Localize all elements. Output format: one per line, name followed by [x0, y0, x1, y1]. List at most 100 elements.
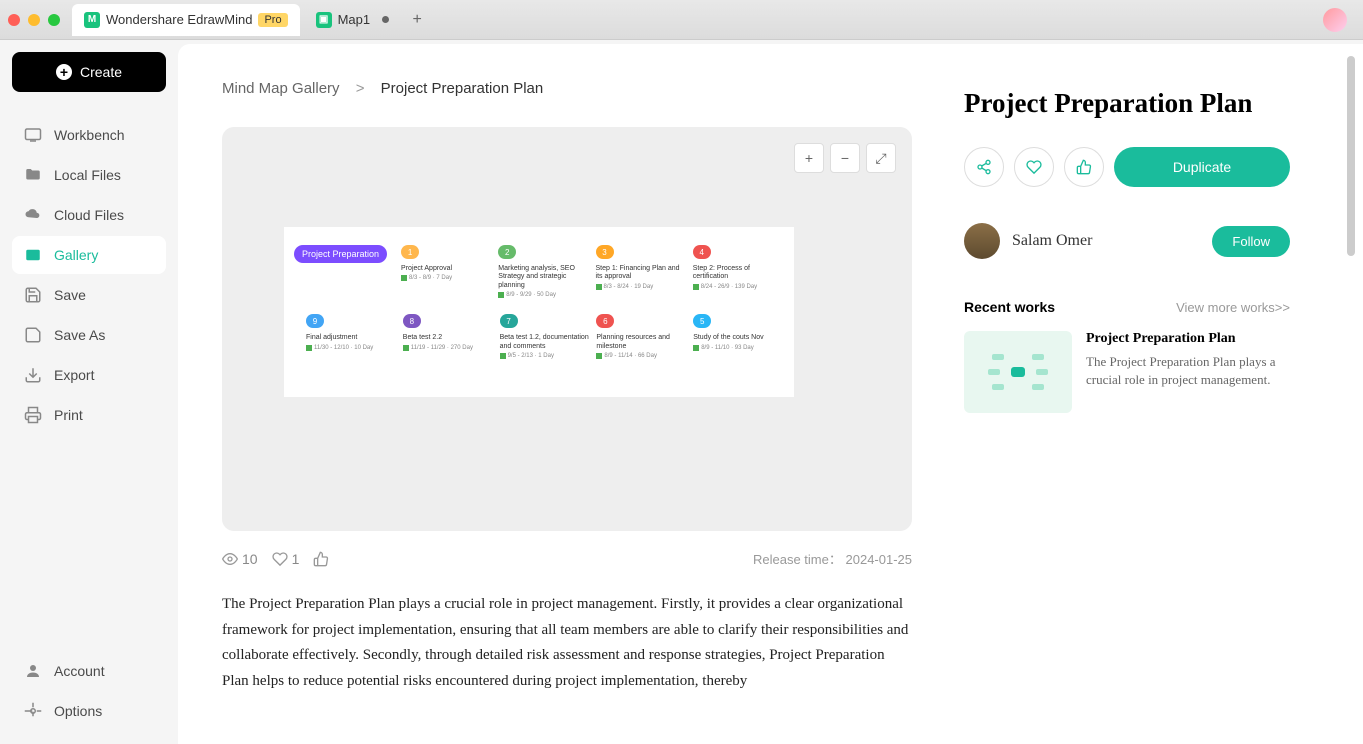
description-text: The Project Preparation Plan plays a cru…: [222, 592, 912, 694]
pro-badge: Pro: [258, 13, 287, 27]
gallery-icon: [24, 246, 42, 264]
sidebar-item-label: Options: [54, 703, 102, 719]
mindmap-node: 3Step 1: Financing Plan and its approval…: [596, 245, 687, 290]
recent-work-thumbnail: [964, 331, 1072, 413]
sidebar-item-account[interactable]: Account: [12, 652, 166, 690]
author-avatar[interactable]: [964, 223, 1000, 259]
tab-app[interactable]: M Wondershare EdrawMind Pro: [72, 4, 300, 36]
duplicate-button[interactable]: Duplicate: [1114, 147, 1290, 187]
add-tab-button[interactable]: +: [405, 8, 429, 32]
right-panel: Project Preparation Plan Duplicate Salam…: [964, 80, 1290, 744]
breadcrumb-root[interactable]: Mind Map Gallery: [222, 80, 340, 97]
sidebar-item-label: Export: [54, 367, 94, 383]
zoom-in-button[interactable]: +: [794, 143, 824, 173]
main-content: Mind Map Gallery > Project Preparation P…: [178, 44, 1363, 744]
mindmap-node: 2Marketing analysis, SEO Strategy and st…: [498, 245, 589, 298]
views-count: 10: [242, 551, 258, 567]
unsaved-indicator: [382, 16, 389, 23]
sidebar-item-label: Cloud Files: [54, 207, 124, 223]
scrollbar[interactable]: [1347, 56, 1355, 256]
sidebar-item-label: Local Files: [54, 167, 121, 183]
sidebar-item-save-as[interactable]: Save As: [12, 316, 166, 354]
recent-work-item[interactable]: Project Preparation Plan The Project Pre…: [964, 331, 1290, 413]
tab-app-label: Wondershare EdrawMind: [106, 12, 252, 27]
thumbs-up-icon: [313, 551, 329, 567]
heart-icon: [272, 551, 288, 567]
fullscreen-button[interactable]: ⤢: [866, 143, 896, 173]
tab-map1[interactable]: ▣ Map1: [304, 4, 402, 36]
gear-icon: [24, 702, 42, 720]
sidebar-item-local-files[interactable]: Local Files: [12, 156, 166, 194]
author-name[interactable]: Salam Omer: [1012, 232, 1212, 250]
release-date: 2024-01-25: [846, 552, 913, 567]
sidebar-item-label: Workbench: [54, 127, 125, 143]
share-button[interactable]: [964, 147, 1004, 187]
create-button[interactable]: + Create: [12, 52, 166, 92]
mindmap-node: 7Beta test 1.2, documentation and commen…: [500, 314, 591, 359]
close-window-button[interactable]: [8, 14, 20, 26]
eye-icon: [222, 551, 238, 567]
mindmap-root-node: Project Preparation: [294, 245, 387, 263]
breadcrumb: Mind Map Gallery > Project Preparation P…: [222, 80, 912, 97]
save-icon: [24, 286, 42, 304]
mindmap-node: 9Final adjustment11/30 - 12/10 · 10 Day: [306, 314, 397, 350]
mindmap-node: 6Planning resources and milestone8/9 - 1…: [596, 314, 687, 359]
view-more-link[interactable]: View more works>>: [1176, 300, 1290, 315]
create-button-label: Create: [80, 64, 122, 80]
zoom-out-button[interactable]: −: [830, 143, 860, 173]
thumbs-up-icon: [1076, 159, 1092, 175]
recent-work-info: Project Preparation Plan The Project Pre…: [1086, 331, 1290, 413]
workbench-icon: [24, 126, 42, 144]
print-icon: [24, 406, 42, 424]
app-icon: M: [84, 12, 100, 28]
minimize-window-button[interactable]: [28, 14, 40, 26]
recent-works-title: Recent works: [964, 299, 1055, 315]
maximize-window-button[interactable]: [48, 14, 60, 26]
heart-icon: [1026, 159, 1042, 175]
sidebar: + Create Workbench Local Files Cloud Fil…: [0, 40, 178, 744]
main-column: Mind Map Gallery > Project Preparation P…: [222, 80, 912, 744]
follow-button[interactable]: Follow: [1212, 226, 1290, 257]
sidebar-item-gallery[interactable]: Gallery: [12, 236, 166, 274]
likes-count: 1: [292, 551, 300, 567]
sidebar-item-label: Account: [54, 663, 105, 679]
views-stat: 10: [222, 551, 258, 567]
sidebar-item-cloud-files[interactable]: Cloud Files: [12, 196, 166, 234]
tab-map1-label: Map1: [338, 12, 371, 27]
cloud-icon: [24, 206, 42, 224]
breadcrumb-current: Project Preparation Plan: [381, 80, 544, 97]
recent-work-title: Project Preparation Plan: [1086, 331, 1290, 347]
traffic-lights: [8, 14, 60, 26]
author-row: Salam Omer Follow: [964, 223, 1290, 259]
mindmap-node: 5Study of the couts Nov8/9 - 11/10 · 93 …: [693, 314, 784, 350]
mindmap-node: 8Beta test 2.211/19 - 11/29 · 270 Day: [403, 314, 494, 350]
sidebar-item-options[interactable]: Options: [12, 692, 166, 730]
sidebar-item-workbench[interactable]: Workbench: [12, 116, 166, 154]
preview-controls: + − ⤢: [794, 143, 896, 173]
release-label: Release time：: [753, 552, 842, 567]
thumbs-up-button[interactable]: [1064, 147, 1104, 187]
thumbs-up-button[interactable]: [313, 551, 329, 567]
plus-icon: +: [56, 64, 72, 80]
sidebar-item-label: Gallery: [54, 247, 98, 263]
sidebar-item-label: Save: [54, 287, 86, 303]
mindmap-node: 4Step 2: Process of certification8/24 - …: [693, 245, 784, 290]
like-button[interactable]: [1014, 147, 1054, 187]
likes-stat: 1: [272, 551, 300, 567]
page-title: Project Preparation Plan: [964, 88, 1290, 119]
sidebar-item-export[interactable]: Export: [12, 356, 166, 394]
recent-works-header: Recent works View more works>>: [964, 299, 1290, 315]
breadcrumb-separator: >: [356, 80, 365, 97]
preview-box: + − ⤢ Project Preparation 1Project Appro…: [222, 127, 912, 531]
profile-avatar[interactable]: [1323, 8, 1347, 32]
folder-icon: [24, 166, 42, 184]
recent-work-description: The Project Preparation Plan plays a cru…: [1086, 353, 1290, 389]
share-icon: [976, 159, 992, 175]
release-info: Release time： 2024-01-25: [753, 549, 912, 568]
account-icon: [24, 662, 42, 680]
sidebar-item-label: Print: [54, 407, 83, 423]
mindmap-preview: Project Preparation 1Project Approval8/3…: [284, 227, 794, 397]
sidebar-item-print[interactable]: Print: [12, 396, 166, 434]
sidebar-item-save[interactable]: Save: [12, 276, 166, 314]
sidebar-item-label: Save As: [54, 327, 105, 343]
